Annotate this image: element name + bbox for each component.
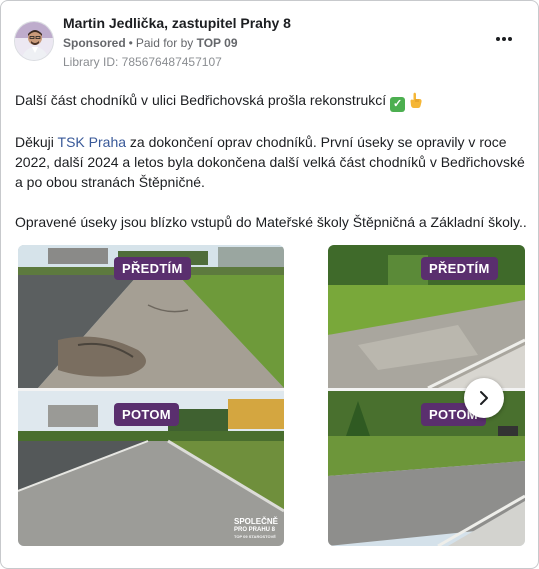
- separator-dot: •: [128, 36, 133, 50]
- carousel-slide-1[interactable]: PŘEDTÍM POTOM SPOLEČNĚ PRO PRAHU 8 TOP 0…: [18, 245, 284, 546]
- ad-post-card: Martin Jedlička, zastupitel Prahy 8 Spon…: [0, 0, 539, 569]
- pointing-hand-icon: [410, 92, 422, 108]
- paid-for-label: Paid for by: [135, 36, 194, 50]
- post-text: Další část chodníků v ulici Bedřichovská…: [15, 90, 527, 232]
- before-label-2: PŘEDTÍM: [421, 257, 498, 280]
- payer-name[interactable]: TOP 09: [197, 36, 238, 50]
- post-meta: Sponsored • Paid for by TOP 09: [63, 36, 238, 50]
- brand-line-2: PRO PRAHU 8: [233, 527, 275, 533]
- more-options-icon[interactable]: [492, 29, 516, 49]
- check-mark-icon: ✓: [390, 97, 406, 112]
- post-paragraph-2: Děkuji TSK Praha za dokončení oprav chod…: [15, 132, 527, 192]
- author-name[interactable]: Martin Jedlička, zastupitel Prahy 8: [63, 15, 291, 31]
- after-label: POTOM: [114, 403, 179, 426]
- post-header: Martin Jedlička, zastupitel Prahy 8 Spon…: [14, 13, 524, 71]
- before-label: PŘEDTÍM: [114, 257, 191, 280]
- brand-line-1: SPOLEČNĚ: [233, 517, 278, 526]
- post-p2-before: Děkuji: [15, 134, 58, 150]
- sponsored-label: Sponsored: [63, 36, 126, 50]
- chevron-right-icon[interactable]: [464, 378, 504, 418]
- brand-line-3: TOP 09 STAROSTOVÉ: [233, 534, 276, 539]
- brand-logo: SPOLEČNĚ PRO PRAHU 8 TOP 09 STAROSTOVÉ: [234, 517, 278, 540]
- post-line-1: Další část chodníků v ulici Bedřichovská…: [15, 90, 527, 112]
- image-carousel: PŘEDTÍM POTOM SPOLEČNĚ PRO PRAHU 8 TOP 0…: [1, 245, 538, 546]
- post-line-1-text: Další část chodníků v ulici Bedřichovská…: [15, 92, 387, 108]
- avatar[interactable]: [14, 21, 54, 61]
- library-id: Library ID: 785676487457107: [63, 55, 222, 69]
- post-paragraph-3[interactable]: Opravené úseky jsou blízko vstupů do Mat…: [15, 212, 527, 232]
- tsk-praha-link[interactable]: TSK Praha: [58, 134, 126, 150]
